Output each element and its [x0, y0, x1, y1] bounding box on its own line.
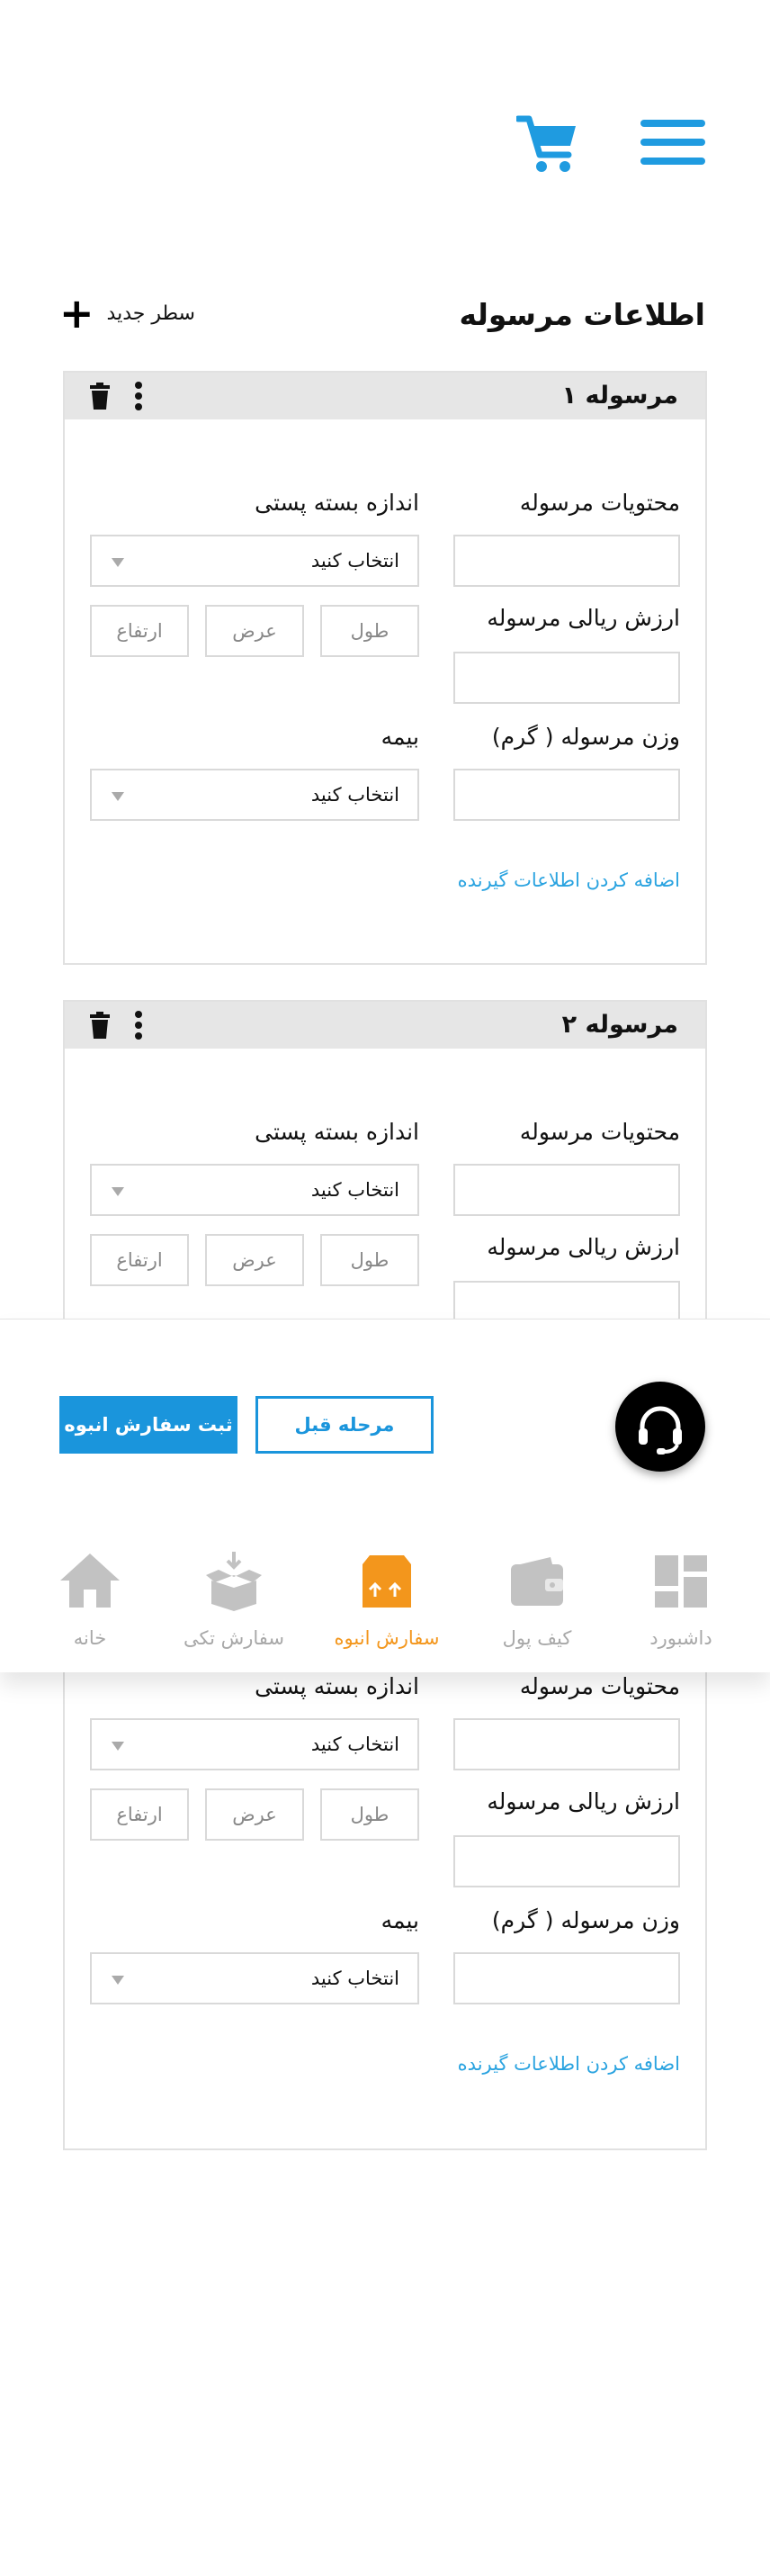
value-input[interactable] [453, 1835, 680, 1887]
weight-label: وزن مرسوله ( گرم) [491, 724, 680, 750]
select-value: انتخاب کنید [310, 784, 399, 806]
weight-input[interactable] [453, 1952, 680, 2004]
nav-item-dashboard[interactable]: داشبورد [613, 1552, 748, 1660]
wallet-icon [511, 1557, 563, 1606]
contents-label: محتویات مرسوله [519, 1673, 680, 1699]
previous-step-button[interactable]: مرحله قبل [255, 1396, 434, 1454]
nav-item-bulk-order[interactable]: سفارش انبوه [319, 1552, 454, 1660]
width-input[interactable]: عرض [205, 1788, 304, 1841]
length-input[interactable]: طول [320, 605, 419, 657]
height-input[interactable]: ارتفاع [90, 1788, 189, 1841]
chevron-down-icon [112, 1742, 124, 1751]
shipment-card-1: مرسوله ۱ محتویات مرسوله اندازه بسته پستی… [63, 371, 707, 965]
home-icon [60, 1554, 120, 1608]
shopping-cart-icon[interactable] [515, 113, 578, 175]
contents-input[interactable] [453, 1718, 680, 1770]
add-receiver-link[interactable]: اضافه کردن اطلاعات گیرنده [458, 869, 680, 891]
value-label: ارزش ریالی مرسوله [487, 1234, 680, 1260]
package-size-label: اندازه بسته پستی [255, 1119, 419, 1145]
bulk-order-box-icon [363, 1555, 411, 1608]
trash-icon[interactable] [90, 1012, 110, 1039]
single-order-box-icon [206, 1552, 262, 1611]
nav-item-wallet[interactable]: کیف پول [470, 1552, 604, 1660]
shipment-card-header: مرسوله ۲ [65, 1002, 705, 1049]
select-value: انتخاب کنید [310, 1734, 399, 1755]
select-value: انتخاب کنید [310, 1179, 399, 1201]
height-input[interactable]: ارتفاع [90, 1234, 189, 1286]
submit-bulk-order-button[interactable]: ثبت سفارش انبوه [59, 1396, 237, 1454]
contents-input[interactable] [453, 535, 680, 587]
nav-label: داشبورد [649, 1627, 712, 1649]
contents-label: محتویات مرسوله [519, 1119, 680, 1145]
plus-icon: + [59, 289, 94, 338]
package-size-label: اندازه بسته پستی [255, 1673, 419, 1699]
contents-label: محتویات مرسوله [519, 490, 680, 516]
nav-label: سفارش تکی [183, 1627, 284, 1649]
page-title: اطلاعات مرسوله [459, 297, 705, 332]
length-input[interactable]: طول [320, 1234, 419, 1286]
insurance-label: بیمه [381, 1907, 419, 1933]
shipment-card-header: مرسوله ۱ [65, 373, 705, 419]
hamburger-menu-icon[interactable] [640, 120, 705, 167]
add-receiver-link[interactable]: اضافه کردن اطلاعات گیرنده [458, 2053, 680, 2075]
nav-label: سفارش انبوه [334, 1627, 440, 1649]
package-size-select[interactable]: انتخاب کنید [90, 535, 419, 587]
add-row-button[interactable]: + سطر جدید [59, 289, 195, 338]
add-row-label: سطر جدید [106, 302, 195, 325]
nav-label: کیف پول [502, 1627, 572, 1649]
dashboard-icon [655, 1555, 707, 1608]
insurance-label: بیمه [381, 724, 419, 750]
weight-input[interactable] [453, 769, 680, 821]
shipment-title: مرسوله ۱ [561, 382, 678, 410]
weight-label: وزن مرسوله ( گرم) [491, 1907, 680, 1933]
chevron-down-icon [112, 1976, 124, 1985]
length-input[interactable]: طول [320, 1788, 419, 1841]
package-size-label: اندازه بسته پستی [255, 490, 419, 516]
more-options-icon[interactable] [135, 382, 142, 410]
chevron-down-icon [112, 558, 124, 567]
width-input[interactable]: عرض [205, 1234, 304, 1286]
value-input[interactable] [453, 652, 680, 704]
support-headset-icon[interactable] [615, 1382, 705, 1472]
bottom-action-panel: ثبت سفارش انبوه مرحله قبل داشبورد کیف پو… [0, 1319, 770, 1672]
package-size-select[interactable]: انتخاب کنید [90, 1718, 419, 1770]
nav-item-home[interactable]: خانه [22, 1552, 157, 1660]
value-label: ارزش ریالی مرسوله [487, 605, 680, 631]
insurance-select[interactable]: انتخاب کنید [90, 769, 419, 821]
more-options-icon[interactable] [135, 1011, 142, 1040]
chevron-down-icon [112, 1187, 124, 1196]
chevron-down-icon [112, 792, 124, 801]
nav-item-single-order[interactable]: سفارش تکی [166, 1552, 301, 1660]
insurance-select[interactable]: انتخاب کنید [90, 1952, 419, 2004]
package-size-select[interactable]: انتخاب کنید [90, 1164, 419, 1216]
select-value: انتخاب کنید [310, 1968, 399, 1989]
width-input[interactable]: عرض [205, 605, 304, 657]
value-label: ارزش ریالی مرسوله [487, 1788, 680, 1815]
select-value: انتخاب کنید [310, 550, 399, 572]
shipment-title: مرسوله ۲ [561, 1011, 678, 1039]
trash-icon[interactable] [90, 383, 110, 410]
contents-input[interactable] [453, 1164, 680, 1216]
nav-label: خانه [73, 1627, 107, 1649]
height-input[interactable]: ارتفاع [90, 605, 189, 657]
